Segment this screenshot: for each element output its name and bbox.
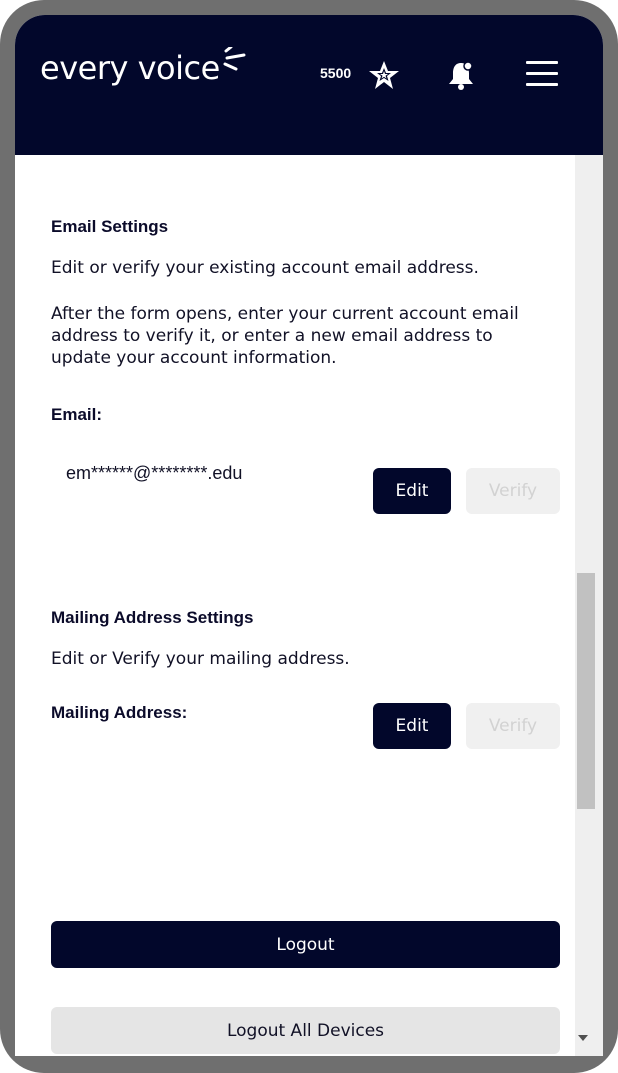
menu-bar <box>526 72 558 75</box>
points-count: 5500 <box>320 65 352 81</box>
mailing-edit-button[interactable]: Edit <box>373 703 451 749</box>
email-settings-description: Edit or verify your existing account ema… <box>51 258 479 278</box>
masked-email-value: em******@********.edu <box>66 463 243 483</box>
email-verify-button[interactable]: Verify <box>466 468 560 514</box>
logo-sparkle-icon <box>223 47 246 71</box>
device-frame: every voice 5500 Email Settings Edit or … <box>0 0 618 1073</box>
every-voice-logo[interactable]: every voice <box>40 47 246 87</box>
bell-icon[interactable] <box>445 59 477 91</box>
mailing-settings-title: Mailing Address Settings <box>51 608 254 627</box>
logout-button[interactable]: Logout <box>51 921 560 968</box>
mailing-address-label: Mailing Address: <box>51 703 188 722</box>
email-field-label: Email: <box>51 405 103 424</box>
scrollbar-thumb[interactable] <box>577 573 595 809</box>
mailing-settings-description: Edit or Verify your mailing address. <box>51 649 350 669</box>
star-badge-icon[interactable] <box>368 59 400 91</box>
menu-bar <box>526 83 558 86</box>
email-settings-instructions: After the form opens, enter your current… <box>51 304 519 368</box>
menu-bar <box>526 61 558 64</box>
logo-text: every voice <box>40 49 220 87</box>
app-header: every voice 5500 <box>15 15 603 155</box>
email-edit-button[interactable]: Edit <box>373 468 451 514</box>
mailing-verify-button[interactable]: Verify <box>466 703 560 749</box>
phone-screen: every voice 5500 Email Settings Edit or … <box>15 15 603 1056</box>
email-settings-title: Email Settings <box>51 217 169 236</box>
hamburger-menu-icon[interactable] <box>526 61 562 91</box>
scroll-down-arrow-icon[interactable] <box>578 1035 588 1041</box>
logout-all-devices-button[interactable]: Logout All Devices <box>51 1007 560 1054</box>
